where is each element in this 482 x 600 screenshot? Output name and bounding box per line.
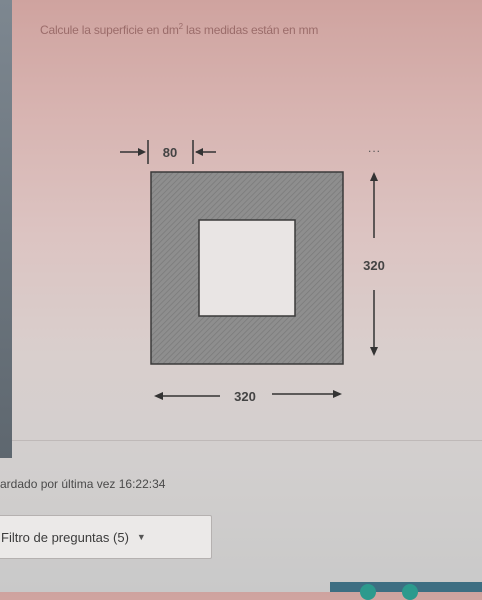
height-dimension-label: 320 bbox=[363, 258, 385, 273]
question-filter-label: Filtro de preguntas (5) bbox=[1, 529, 129, 545]
caret-down-icon: ▼ bbox=[136, 532, 146, 542]
width-dimension-label: 320 bbox=[234, 389, 256, 404]
section-divider bbox=[12, 440, 482, 441]
inner-square-hole bbox=[198, 219, 296, 317]
circle-button-icon[interactable] bbox=[360, 584, 376, 600]
circle-button-icon[interactable] bbox=[402, 584, 418, 600]
question-filter-dropdown[interactable]: Filtro de preguntas (5) ▼ bbox=[0, 515, 212, 559]
square-frame-diagram: 80 320 320 bbox=[120, 140, 385, 404]
wall-dimension-label: 80 bbox=[163, 145, 177, 160]
last-saved-status: ardado por última vez 16:22:34 bbox=[0, 477, 166, 491]
footer-toolbar bbox=[330, 582, 482, 600]
